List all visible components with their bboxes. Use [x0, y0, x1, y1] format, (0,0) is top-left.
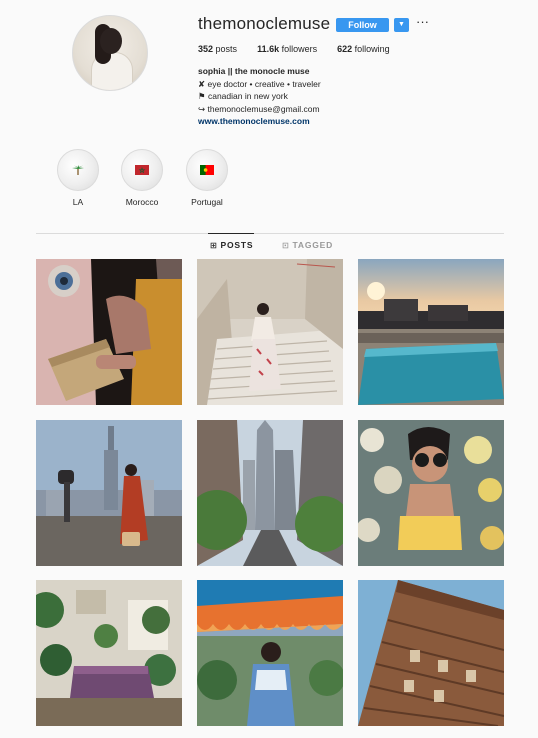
post-tile[interactable]: [197, 259, 343, 405]
highlight-la[interactable]: LA: [56, 149, 100, 207]
bio-line-3: ↪ themonoclemuse@gmail.com: [198, 103, 320, 114]
post-tile[interactable]: [36, 580, 182, 726]
tab-tagged-label: TAGGED: [292, 240, 334, 250]
post-tile[interactable]: [197, 420, 343, 566]
bio-line-2: ⚑ canadian in new york: [198, 91, 288, 101]
post-tile[interactable]: [358, 259, 504, 405]
post-image: [358, 580, 504, 726]
following-label: following: [354, 44, 390, 54]
more-options-button[interactable]: ···: [416, 14, 429, 30]
tab-posts[interactable]: ⊞ POSTS: [210, 240, 253, 250]
post-tile[interactable]: [36, 420, 182, 566]
tabs-divider: [36, 233, 504, 234]
profile-stats: 352 posts 11.6k followers 622 following: [198, 44, 410, 54]
tab-tagged[interactable]: ⊡ TAGGED: [282, 240, 333, 250]
post-image: [358, 259, 504, 405]
portugal-flag-icon: [200, 165, 214, 175]
posts-stat: 352 posts: [198, 44, 237, 54]
morocco-flag-icon: [135, 165, 149, 175]
post-image: [36, 580, 182, 726]
grid-icon: ⊞: [210, 240, 218, 250]
chevron-down-icon: ▼: [398, 21, 405, 28]
followers-count: 11.6k: [257, 44, 280, 54]
posts-label: posts: [215, 44, 238, 54]
post-tile[interactable]: [36, 259, 182, 405]
ellipsis-icon: ···: [416, 14, 429, 29]
active-tab-indicator: [208, 233, 254, 234]
post-image: [197, 580, 343, 726]
bio-line-1: ✘ eye doctor • creative • traveler: [198, 78, 321, 89]
post-image: [36, 420, 182, 566]
post-image: [36, 259, 182, 405]
post-tile[interactable]: [358, 580, 504, 726]
highlight-morocco[interactable]: Morocco: [120, 149, 164, 207]
post-image: [358, 420, 504, 566]
post-tile[interactable]: [197, 580, 343, 726]
following-count: 622: [337, 44, 353, 54]
suggested-dropdown-button[interactable]: ▼: [394, 18, 409, 32]
highlight-label: Morocco: [125, 197, 159, 207]
followers-label: followers: [281, 44, 318, 54]
highlight-label: LA: [72, 197, 84, 207]
highlight-circle: [121, 149, 163, 191]
posts-count: 352: [198, 44, 214, 54]
follow-button[interactable]: Follow: [336, 18, 389, 32]
highlight-portugal[interactable]: Portugal: [185, 149, 229, 207]
profile-bio: sophia || the monocle muse ✘ eye doctor …: [198, 65, 321, 128]
highlight-circle: [186, 149, 228, 191]
highlight-circle: [57, 149, 99, 191]
profile-username: themonoclemuse: [198, 14, 331, 33]
bio-website-link[interactable]: www.themonoclemuse.com: [198, 115, 321, 128]
bio-name: sophia || the monocle muse: [198, 66, 310, 76]
palm-tree-icon: [72, 165, 84, 175]
tab-posts-label: POSTS: [220, 240, 254, 250]
post-tile[interactable]: [358, 420, 504, 566]
highlight-label: Portugal: [191, 197, 223, 207]
tag-icon: ⊡: [282, 240, 290, 250]
post-image: [197, 420, 343, 566]
following-stat[interactable]: 622 following: [337, 44, 390, 54]
followers-stat[interactable]: 11.6k followers: [257, 44, 317, 54]
post-image: [197, 259, 343, 405]
profile-avatar[interactable]: [72, 15, 148, 91]
